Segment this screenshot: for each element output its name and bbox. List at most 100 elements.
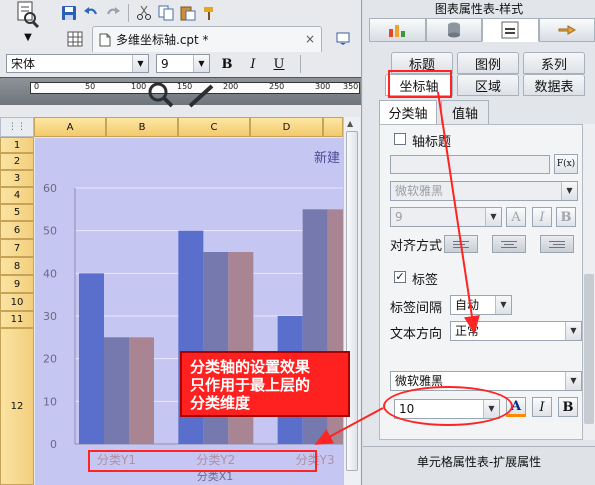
chevron-down-icon: ▼ (495, 296, 511, 314)
label-interval-select[interactable]: 自动 ▼ (450, 295, 512, 315)
align-center-button[interactable] (492, 235, 526, 253)
zoom-search-icon (148, 82, 214, 108)
row-header[interactable]: 4 (0, 187, 34, 204)
column-header-blank[interactable] (323, 117, 343, 137)
table-icon (67, 31, 83, 47)
axis-font-value: 微软雅黑 (395, 184, 444, 198)
brush-icon (204, 7, 213, 20)
align-left-button[interactable] (444, 235, 478, 253)
row-header[interactable]: 5 (0, 204, 34, 221)
grid-corner[interactable]: ⋮⋮ (0, 117, 34, 137)
font-family-select[interactable]: 宋体 ▼ (6, 54, 149, 73)
tab-category-axis[interactable]: 分类轴 (379, 100, 437, 124)
column-header[interactable]: C (178, 117, 250, 137)
text-direction-select[interactable]: 正常 ▼ (450, 321, 582, 341)
axis-font-color-button[interactable]: A (506, 207, 526, 227)
tab-value-axis[interactable]: 值轴 (441, 100, 489, 124)
axis-font-select[interactable]: 微软雅黑 ▼ (390, 181, 578, 201)
axis-font-size-select[interactable]: 9 ▼ (390, 207, 502, 227)
copy-button[interactable] (155, 2, 177, 24)
format-painter-button[interactable] (199, 2, 221, 24)
align-right-button[interactable] (540, 235, 574, 253)
axis-italic-button[interactable]: I (532, 207, 552, 227)
row-header[interactable]: 6 (0, 221, 34, 239)
insert-cell-button[interactable] (64, 28, 86, 50)
underline-button[interactable]: U (268, 54, 290, 74)
tab-menu-button[interactable] (332, 28, 354, 50)
column-header[interactable]: D (250, 117, 323, 137)
row-header[interactable]: 2 (0, 153, 34, 170)
chart-bar (104, 337, 129, 444)
axis-title-label: 轴标题 (412, 135, 452, 150)
preview-icon (17, 1, 40, 28)
tab-list-icon (336, 32, 350, 45)
row-header[interactable]: 12 (0, 328, 34, 485)
database-icon (447, 22, 460, 38)
spreadsheet-grid: ⋮⋮ A B C D 1 2 3 4 5 6 7 8 9 10 11 12 新建… (0, 115, 361, 485)
y-tick-label: 30 (43, 310, 57, 323)
document-icon (99, 33, 111, 46)
tab-document[interactable]: 多维坐标轴.cpt * × (92, 26, 322, 52)
redo-icon (106, 7, 120, 15)
toolbar-separator (300, 55, 301, 73)
tab-special-effects[interactable] (538, 18, 595, 42)
row-header[interactable]: 9 (0, 275, 34, 293)
close-icon[interactable]: × (305, 32, 315, 46)
axis-tab-highlight (388, 70, 452, 98)
save-button[interactable] (58, 2, 80, 24)
panel-scrollbar[interactable] (583, 124, 595, 440)
scroll-up-icon[interactable]: ▲ (347, 119, 353, 128)
italic-button[interactable]: I (242, 54, 264, 74)
paste-icon (180, 6, 196, 21)
redo-button[interactable] (102, 2, 124, 24)
tab-series[interactable]: 系列 (523, 52, 585, 74)
undo-icon (84, 7, 98, 15)
row-header[interactable]: 11 (0, 311, 34, 328)
callout-line: 只作用于最上层的 (190, 376, 311, 394)
row-header[interactable]: 8 (0, 257, 34, 275)
label-check-text: 标签 (412, 273, 439, 288)
font-size-highlight (383, 386, 513, 426)
axis-font-size-value: 9 (395, 210, 403, 224)
label-checkbox[interactable]: ✓ (394, 271, 406, 283)
row-header[interactable]: 7 (0, 239, 34, 257)
chart-area[interactable]: 新建 0 10 20 30 40 50 60 分类Y1 分类Y2 分类Y3 分类X1 (35, 138, 343, 485)
tab-style[interactable] (482, 18, 539, 42)
row-header[interactable]: 1 (0, 137, 34, 153)
paste-button[interactable] (177, 2, 199, 24)
scrollbar-thumb[interactable] (346, 131, 358, 471)
row-header[interactable]: 3 (0, 170, 34, 187)
axis-bold-button[interactable]: B (556, 207, 576, 227)
bar-chart-icon (389, 25, 406, 37)
label-bold-button[interactable]: B (558, 397, 578, 417)
scrollbar-thumb[interactable] (584, 274, 594, 424)
preview-button[interactable]: ▼ (2, 0, 54, 52)
cell-property-title: 单元格属性表-扩展属性 (416, 455, 542, 469)
column-header[interactable]: B (106, 117, 178, 137)
axis-title-checkbox[interactable] (394, 133, 406, 145)
annotation-callout: 分类轴的设置效果 只作用于最上层的 分类维度 (180, 351, 350, 417)
ruler-label: 200 (223, 82, 239, 91)
undo-button[interactable] (80, 2, 102, 24)
bold-button[interactable]: B (216, 54, 238, 74)
save-icon (62, 6, 76, 20)
label-italic-button[interactable]: I (532, 397, 552, 417)
tab-area[interactable]: 区域 (457, 74, 519, 96)
tab-data[interactable] (425, 18, 482, 42)
cut-button[interactable] (133, 2, 155, 24)
formula-button[interactable]: F(x) (554, 154, 578, 174)
row-header[interactable]: 10 (0, 293, 34, 311)
ruler-label: 300 (315, 82, 331, 91)
axis-title-input[interactable] (390, 155, 550, 174)
category-label-highlight (88, 450, 317, 472)
tab-legend[interactable]: 图例 (457, 52, 519, 74)
bar-chart: 新建0102030405060分类Y1 分类Y2 分类Y3分类X1 (43, 150, 343, 483)
font-size-select[interactable]: 9 ▼ (156, 54, 210, 73)
vertical-scrollbar[interactable]: ▲ (343, 117, 360, 485)
tab-chart-type[interactable] (369, 18, 426, 42)
column-header[interactable]: A (34, 117, 106, 137)
chart-title: 新建 (314, 150, 340, 166)
property-icon-tabs (369, 18, 595, 44)
style-abc-icon (501, 21, 519, 39)
tab-data-table[interactable]: 数据表 (523, 74, 585, 96)
